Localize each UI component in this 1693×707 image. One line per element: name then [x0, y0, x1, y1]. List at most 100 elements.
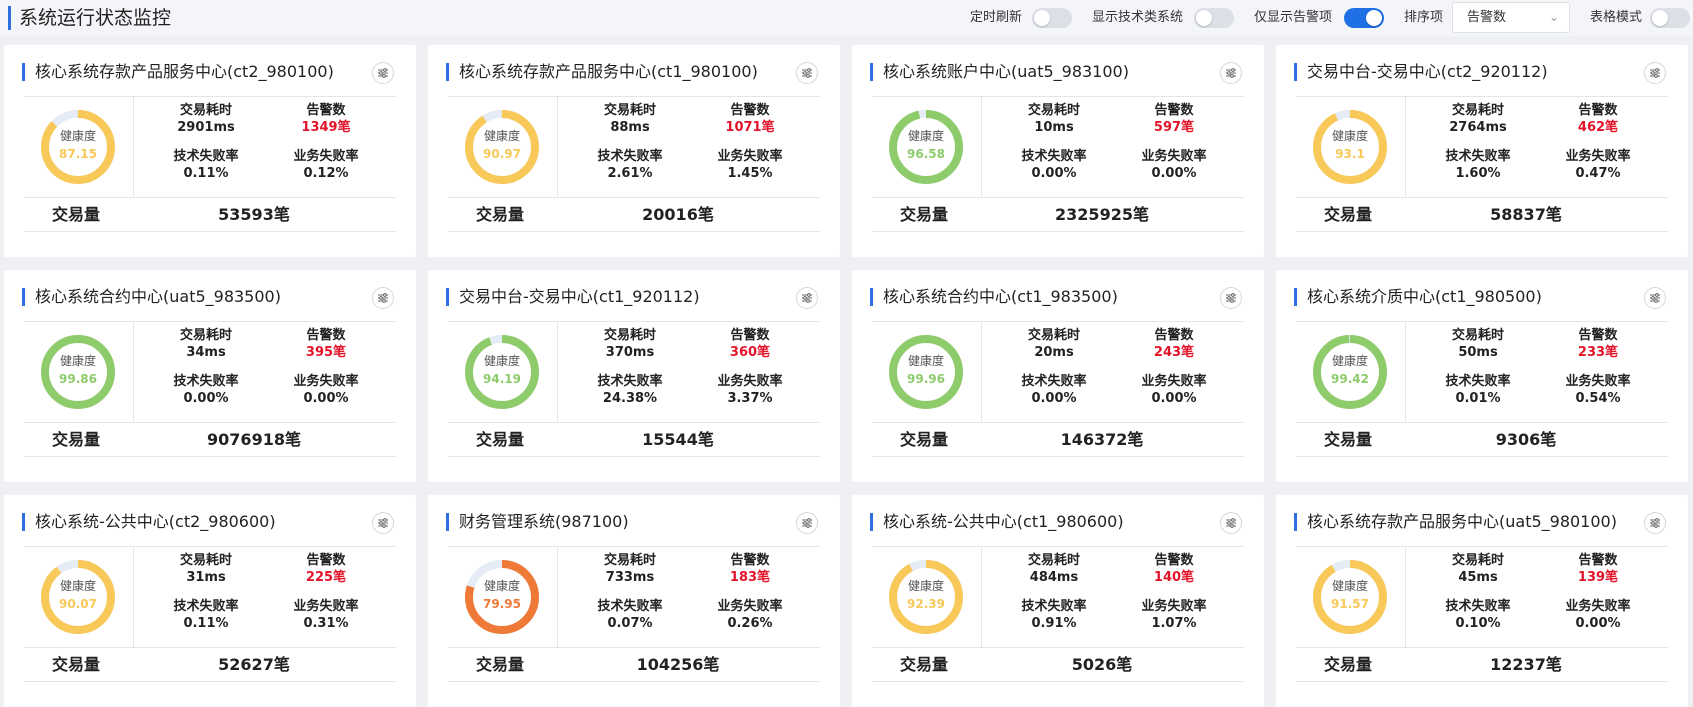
system-card[interactable]: 财务管理系统(987100) 健康度 79.95 交易耗时 733ms 告警数 … [428, 495, 840, 707]
volume-label: 交易量 [900, 205, 949, 224]
alerts-value: 395笔 [305, 345, 347, 360]
divider [448, 681, 820, 682]
settings-button[interactable] [1220, 287, 1242, 309]
divider [1405, 547, 1406, 647]
latency-value: 88ms [610, 120, 650, 135]
card-title: 核心系统账户中心(uat5_983100) [870, 63, 1129, 81]
volume-label: 交易量 [1324, 655, 1373, 674]
biz-fail-value: 0.00% [1575, 616, 1621, 631]
latency-label: 交易耗时 [603, 553, 656, 568]
tech-fail-value: 1.60% [1455, 166, 1501, 181]
health-label: 健康度 [483, 129, 520, 143]
divider [1296, 422, 1668, 423]
table-mode-label: 表格模式 [1590, 10, 1643, 25]
biz-fail-label: 业务失败率 [1141, 374, 1207, 389]
volume-label: 交易量 [900, 430, 949, 449]
settings-button[interactable] [796, 512, 818, 534]
divider [133, 547, 134, 647]
tech-fail-label: 技术失败率 [1021, 374, 1087, 389]
divider [981, 322, 982, 422]
health-value: 92.39 [907, 597, 945, 611]
tech-fail-label: 技术失败率 [597, 599, 663, 614]
table-mode-toggle[interactable] [1650, 8, 1690, 28]
settings-button[interactable] [1644, 287, 1666, 309]
health-value: 94.19 [483, 372, 521, 386]
settings-button[interactable] [796, 62, 818, 84]
volume-value: 9306笔 [1495, 430, 1557, 449]
volume-value: 9076918笔 [207, 430, 301, 449]
settings-button[interactable] [1644, 512, 1666, 534]
settings-button[interactable] [372, 62, 394, 84]
system-card[interactable]: 核心系统介质中心(ct1_980500) 健康度 99.42 交易耗时 50ms… [1276, 270, 1688, 482]
health-value: 90.97 [483, 147, 521, 161]
sliders-icon [1650, 68, 1660, 78]
divider [448, 456, 820, 457]
divider [557, 547, 558, 647]
health-value: 90.07 [59, 597, 97, 611]
divider [448, 647, 820, 648]
alerts-value: 1071笔 [725, 120, 775, 135]
auto-refresh-toggle[interactable] [1032, 8, 1072, 28]
divider [448, 321, 820, 322]
sort-select[interactable]: 告警数 ⌄ [1452, 2, 1570, 33]
tech-fail-value: 24.38% [602, 391, 658, 406]
divider [24, 647, 396, 648]
sliders-icon [802, 68, 812, 78]
system-card[interactable]: 核心系统-公共中心(ct1_980600) 健康度 92.39 交易耗时 484… [852, 495, 1264, 707]
tech-fail-value: 0.10% [1455, 616, 1501, 631]
alerts-label: 告警数 [1154, 553, 1194, 568]
system-card[interactable]: 核心系统存款产品服务中心(ct1_980100) 健康度 90.97 交易耗时 … [428, 45, 840, 257]
latency-label: 交易耗时 [1027, 103, 1080, 118]
alerts-value: 183笔 [729, 570, 771, 585]
divider [872, 456, 1244, 457]
tech-fail-label: 技术失败率 [597, 374, 663, 389]
system-card[interactable]: 核心系统账户中心(uat5_983100) 健康度 96.58 交易耗时 10m… [852, 45, 1264, 257]
sliders-icon [1226, 518, 1236, 528]
card-title: 交易中台-交易中心(ct1_920112) [446, 288, 700, 306]
system-card[interactable]: 交易中台-交易中心(ct2_920112) 健康度 93.1 交易耗时 2764… [1276, 45, 1688, 257]
biz-fail-label: 业务失败率 [717, 599, 783, 614]
health-value: 99.86 [59, 372, 97, 386]
latency-value: 733ms [605, 570, 655, 585]
latency-value: 484ms [1029, 570, 1079, 585]
volume-label: 交易量 [476, 655, 525, 674]
alerts-label: 告警数 [1578, 328, 1618, 343]
system-card[interactable]: 核心系统存款产品服务中心(uat5_980100) 健康度 91.57 交易耗时… [1276, 495, 1688, 707]
alerts-only-toggle[interactable] [1344, 8, 1384, 28]
volume-label: 交易量 [476, 430, 525, 449]
settings-button[interactable] [372, 287, 394, 309]
biz-fail-value: 0.00% [1151, 166, 1197, 181]
toggle-knob [1034, 10, 1050, 26]
settings-button[interactable] [372, 512, 394, 534]
divider [448, 422, 820, 423]
card-title: 交易中台-交易中心(ct2_920112) [1294, 63, 1548, 81]
sliders-icon [1226, 293, 1236, 303]
divider [1296, 681, 1668, 682]
settings-button[interactable] [1220, 512, 1242, 534]
latency-label: 交易耗时 [179, 328, 232, 343]
settings-button[interactable] [1644, 62, 1666, 84]
divider [872, 96, 1244, 97]
divider [557, 97, 558, 197]
system-card[interactable]: 交易中台-交易中心(ct1_920112) 健康度 94.19 交易耗时 370… [428, 270, 840, 482]
settings-button[interactable] [796, 287, 818, 309]
health-label: 健康度 [483, 354, 520, 368]
system-card[interactable]: 核心系统-公共中心(ct2_980600) 健康度 90.07 交易耗时 31m… [4, 495, 416, 707]
sliders-icon [1650, 293, 1660, 303]
alerts-label: 告警数 [1578, 553, 1618, 568]
system-card[interactable]: 核心系统合约中心(ct1_983500) 健康度 99.96 交易耗时 20ms… [852, 270, 1264, 482]
settings-button[interactable] [1220, 62, 1242, 84]
divider [1296, 321, 1668, 322]
latency-label: 交易耗时 [603, 328, 656, 343]
sliders-icon [378, 293, 388, 303]
divider [872, 681, 1244, 682]
biz-fail-value: 0.31% [303, 616, 349, 631]
divider [872, 231, 1244, 232]
tech-fail-label: 技术失败率 [597, 149, 663, 164]
latency-label: 交易耗时 [1027, 553, 1080, 568]
tech-fail-value: 0.01% [1455, 391, 1501, 406]
system-card[interactable]: 核心系统合约中心(uat5_983500) 健康度 99.86 交易耗时 34m… [4, 270, 416, 482]
system-card[interactable]: 核心系统存款产品服务中心(ct2_980100) 健康度 87.15 交易耗时 … [4, 45, 416, 257]
show-tech-toggle[interactable] [1194, 8, 1234, 28]
alerts-value: 462笔 [1577, 120, 1619, 135]
